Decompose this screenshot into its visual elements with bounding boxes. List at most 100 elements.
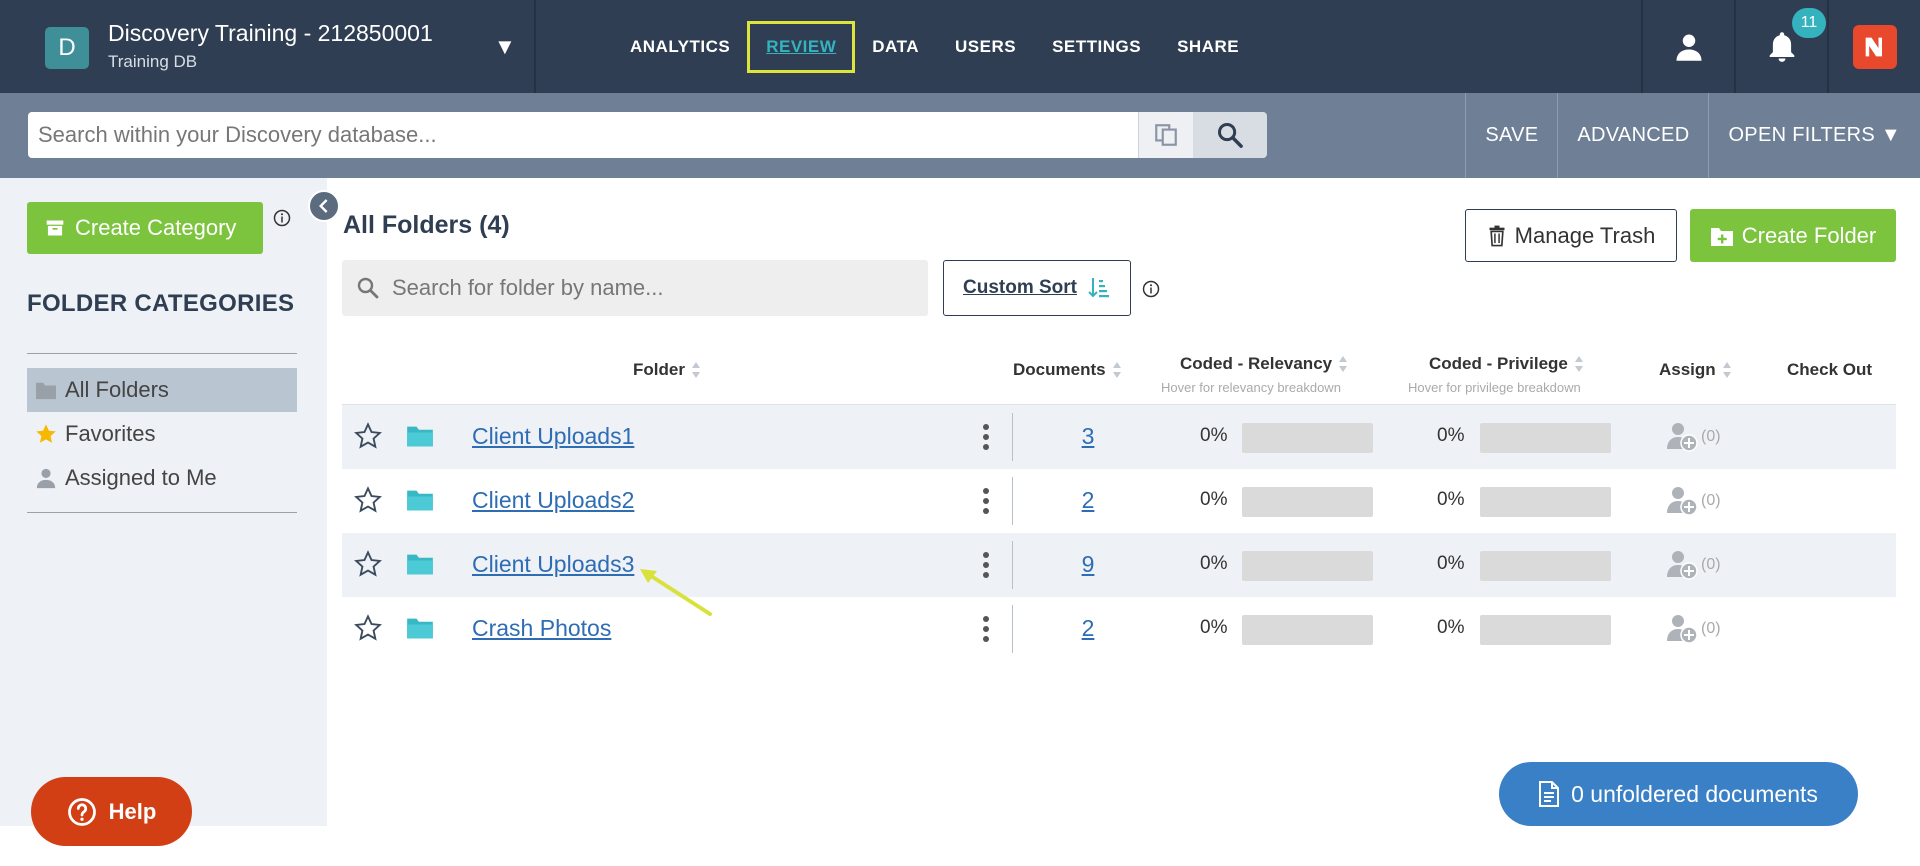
manage-trash-button[interactable]: Manage Trash [1465,209,1677,262]
archive-icon [46,220,64,236]
database-switcher[interactable]: D Discovery Training - 212850001 Trainin… [4,0,536,93]
column-label: Coded - Privilege [1429,354,1568,373]
collapse-sidebar-button[interactable] [308,190,340,222]
sort-icon [1574,356,1583,372]
folder-name-link[interactable]: Client Uploads2 [472,487,634,514]
documents-count-link[interactable]: 2 [1078,487,1098,514]
unfoldered-label: 0 unfoldered documents [1571,780,1818,807]
relevancy-bar[interactable] [1242,423,1373,453]
column-header-folder[interactable]: Folder [633,360,701,380]
nav-analytics[interactable]: ANALYTICS [612,22,748,72]
create-folder-button[interactable]: Create Folder [1690,209,1896,262]
documents-count-link[interactable]: 9 [1078,551,1098,578]
search-button[interactable] [1193,112,1267,158]
database-title: Discovery Training - 212850001 [108,20,433,46]
copy-search-button[interactable] [1138,112,1193,158]
help-button[interactable]: Help [31,777,192,846]
relevancy-percent: 0% [1200,553,1228,574]
star-outline-icon[interactable] [354,614,382,642]
assign-user-button[interactable]: (0) [1667,549,1721,581]
column-header-coded-relevancy[interactable]: Coded - Relevancy [1180,354,1348,374]
folder-categories-heading: FOLDER CATEGORIES [27,290,295,317]
nav-review[interactable]: REVIEW [747,20,856,73]
relevancy-percent: 0% [1200,489,1228,510]
assign-count: (0) [1701,428,1721,445]
privilege-bar[interactable] [1480,551,1611,581]
star-outline-icon[interactable] [354,486,382,514]
nav-share[interactable]: SHARE [1159,22,1257,72]
privilege-percent: 0% [1437,489,1465,510]
documents-count-link[interactable]: 3 [1078,423,1098,450]
folder-menu-button[interactable] [981,613,991,645]
advanced-search-button[interactable]: ADVANCED [1557,93,1708,178]
assign-user-button[interactable]: (0) [1667,613,1721,645]
nav-users[interactable]: USERS [937,22,1034,72]
divider [1012,541,1013,589]
documents-count-link[interactable]: 2 [1078,615,1098,642]
folder-name-link[interactable]: Client Uploads1 [472,423,634,450]
user-plus-icon [1667,423,1698,452]
folder-name-link[interactable]: Crash Photos [472,615,611,642]
folder-icon [36,382,56,400]
column-label: Folder [633,360,685,379]
app-logo[interactable] [1827,0,1920,93]
table-row: Client Uploads1 3 0% 0% (0) [342,405,1896,469]
document-icon [1539,781,1560,807]
create-category-button[interactable]: Create Category [27,202,263,254]
database-search-input[interactable] [38,122,1138,148]
privilege-percent: 0% [1437,425,1465,446]
assign-count: (0) [1701,556,1721,573]
unfoldered-documents-button[interactable]: 0 unfoldered documents [1499,762,1858,826]
info-icon[interactable] [1142,280,1160,303]
divider [1012,413,1013,461]
assign-count: (0) [1701,620,1721,637]
sort-icon [691,362,700,378]
star-outline-icon[interactable] [354,422,382,450]
info-icon[interactable] [273,209,291,232]
column-header-check-out: Check Out [1787,360,1873,379]
save-search-button[interactable]: SAVE [1465,93,1557,178]
nav-data[interactable]: DATA [854,22,937,72]
folder-menu-button[interactable] [981,549,991,581]
relevancy-bar[interactable] [1242,615,1373,645]
privilege-bar[interactable] [1480,487,1611,517]
manage-trash-label: Manage Trash [1514,222,1656,248]
database-search [28,112,1138,158]
relevancy-bar[interactable] [1242,551,1373,581]
notifications-button[interactable]: 11 [1734,0,1827,93]
folder-icon [407,426,433,447]
privilege-bar[interactable] [1480,423,1611,453]
table-row: Client Uploads2 2 0% 0% (0) [342,469,1896,533]
column-header-documents[interactable]: Documents [1013,360,1122,380]
folder-search-input[interactable] [392,275,912,301]
search-actions: SAVE ADVANCED OPEN FILTERS ▼ [1465,93,1920,178]
database-subtitle: Training DB [108,52,198,71]
relevancy-bar[interactable] [1242,487,1373,517]
column-header-coded-privilege[interactable]: Coded - Privilege [1429,354,1584,374]
folder-menu-button[interactable] [981,421,991,453]
custom-sort-button[interactable]: Custom Sort [943,260,1131,316]
help-label: Help [108,798,157,824]
open-filters-button[interactable]: OPEN FILTERS ▼ [1708,93,1920,178]
bell-icon [1769,31,1794,62]
user-plus-icon [1667,487,1698,516]
folder-icon [407,490,433,511]
caret-down-icon[interactable]: ▼ [494,34,516,60]
category-all-folders[interactable]: All Folders [27,368,297,412]
nav-settings[interactable]: SETTINGS [1034,22,1159,72]
star-outline-icon[interactable] [354,550,382,578]
assign-user-button[interactable]: (0) [1667,485,1721,517]
profile-button[interactable] [1641,0,1734,93]
category-assigned-to-me[interactable]: Assigned to Me [27,456,297,500]
privilege-bar[interactable] [1480,615,1611,645]
assign-user-button[interactable]: (0) [1667,421,1721,453]
column-header-assign[interactable]: Assign [1659,360,1732,380]
assign-count: (0) [1701,492,1721,509]
search-icon [1217,122,1243,148]
user-plus-icon [1667,615,1698,644]
category-favorites[interactable]: Favorites [27,412,297,456]
trash-icon [1489,225,1505,246]
folder-name-link[interactable]: Client Uploads3 [472,551,634,578]
user-icon [1676,34,1701,61]
folder-menu-button[interactable] [981,485,991,517]
